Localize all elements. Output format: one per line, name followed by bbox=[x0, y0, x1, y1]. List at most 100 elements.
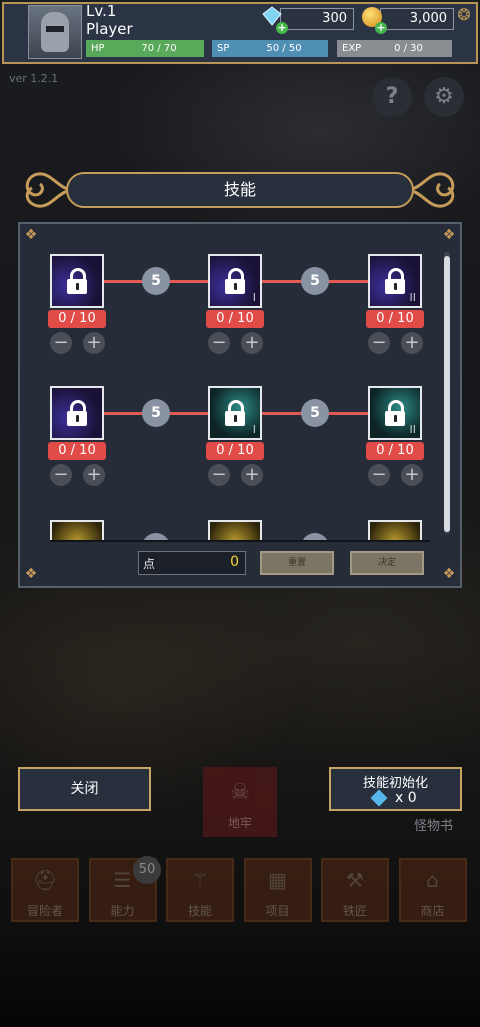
decrease-skill-button[interactable]: − bbox=[208, 464, 230, 486]
skill-slot[interactable] bbox=[50, 386, 104, 440]
tab-adventurer[interactable]: ⛑ 冒险者 bbox=[11, 858, 79, 922]
avatar[interactable] bbox=[28, 5, 82, 59]
skill-slot[interactable] bbox=[50, 254, 104, 308]
skill-cost-badge: 5 bbox=[142, 399, 170, 427]
lock-icon bbox=[385, 400, 405, 426]
decrease-skill-button[interactable]: − bbox=[368, 332, 390, 354]
skill-reset-label: 技能初始化 bbox=[362, 776, 428, 791]
tab-label: 技能 bbox=[187, 904, 212, 918]
ability-badge: 50 bbox=[133, 856, 161, 884]
points-value: 0 bbox=[230, 554, 239, 570]
confirm-button[interactable]: 决定 bbox=[350, 551, 424, 575]
exp-bar: EXP 0 / 30 bbox=[337, 40, 452, 57]
decrease-skill-button[interactable]: − bbox=[368, 464, 390, 486]
tab-items[interactable]: ▦ 项目 bbox=[243, 858, 312, 922]
skill-reset-button[interactable]: 技能初始化 x 0 bbox=[329, 767, 462, 811]
scrollbar-thumb[interactable] bbox=[444, 256, 450, 532]
sp-value: 50 / 50 bbox=[266, 43, 302, 54]
exp-value: 0 / 30 bbox=[394, 43, 423, 54]
skill-slot[interactable]: II bbox=[368, 254, 422, 308]
lock-icon bbox=[225, 268, 245, 294]
skill-icon: ⚚ bbox=[191, 868, 209, 892]
hp-bar: HP 70 / 70 bbox=[86, 40, 204, 57]
skill-tier: I bbox=[252, 291, 256, 304]
skill-slot[interactable]: I bbox=[208, 386, 262, 440]
skill-cost-badge: 5 bbox=[301, 399, 329, 427]
dungeon-label: 地牢 bbox=[227, 816, 252, 830]
close-button[interactable]: 关闭 bbox=[18, 767, 151, 811]
ornament-icon: ❂ bbox=[457, 5, 471, 24]
skill-slot[interactable] bbox=[368, 520, 422, 540]
lock-icon bbox=[385, 268, 405, 294]
version-label: ver 1.2.1 bbox=[9, 72, 59, 85]
increase-skill-button[interactable]: + bbox=[83, 332, 105, 354]
decrease-skill-button[interactable]: − bbox=[50, 332, 72, 354]
lock-icon bbox=[67, 268, 87, 294]
skill-level: 0 / 10 bbox=[206, 310, 264, 328]
gear-icon: ⚙ bbox=[434, 84, 454, 109]
tab-label: 铁匠 bbox=[342, 904, 367, 918]
skill-tier: II bbox=[409, 423, 417, 436]
gem-icon bbox=[370, 789, 388, 807]
points-label: 点 bbox=[143, 557, 156, 571]
tab-label: 商店 bbox=[420, 904, 445, 918]
skill-cost-badge bbox=[142, 533, 170, 540]
adventurer-icon: ⛑ bbox=[32, 868, 58, 892]
skill-reset-count: x 0 bbox=[395, 790, 417, 806]
dungeon-button[interactable]: ☠ 地牢 bbox=[203, 767, 277, 837]
anvil-icon: ⚒ bbox=[346, 868, 364, 892]
skill-level: 0 / 10 bbox=[48, 442, 106, 460]
tab-anvil[interactable]: ⚒ 铁匠 bbox=[321, 858, 389, 922]
add-gold-button[interactable]: + bbox=[375, 22, 387, 34]
horned-skull-icon: ☠ bbox=[230, 780, 250, 805]
increase-skill-button[interactable]: + bbox=[401, 332, 423, 354]
decrease-skill-button[interactable]: − bbox=[50, 464, 72, 486]
skill-level: 0 / 10 bbox=[366, 442, 424, 460]
skill-tier: II bbox=[409, 291, 417, 304]
increase-skill-button[interactable]: + bbox=[241, 332, 263, 354]
skill-level: 0 / 10 bbox=[48, 310, 106, 328]
tab-shop[interactable]: ⌂ 商店 bbox=[398, 858, 467, 922]
skill-level: 0 / 10 bbox=[366, 310, 424, 328]
decrease-skill-button[interactable]: − bbox=[208, 332, 230, 354]
increase-skill-button[interactable]: + bbox=[241, 464, 263, 486]
lock-icon bbox=[67, 400, 87, 426]
skill-slot[interactable]: I bbox=[208, 254, 262, 308]
skill-slot[interactable] bbox=[50, 520, 104, 540]
tab-label: 项目 bbox=[265, 904, 290, 918]
skill-slot[interactable]: II bbox=[368, 386, 422, 440]
helmet-icon bbox=[41, 12, 69, 52]
hp-value: 70 / 70 bbox=[141, 43, 177, 54]
skill-cost-badge: 5 bbox=[301, 267, 329, 295]
shop-icon: ⌂ bbox=[426, 868, 439, 892]
skill-tree[interactable]: 550 / 10− + I 0 / 10− + II 0 / 10− +5 5 0 / 10− + I… bbox=[24, 234, 444, 540]
increase-skill-button[interactable]: + bbox=[401, 464, 423, 486]
gold-balance: 3,000 bbox=[380, 8, 454, 30]
sp-bar: SP 50 / 50 bbox=[212, 40, 328, 57]
help-button[interactable]: ? bbox=[372, 77, 412, 117]
tab-label: 能力 bbox=[110, 904, 135, 918]
corner-ornament-icon: ❖ bbox=[442, 566, 456, 582]
increase-skill-button[interactable]: + bbox=[83, 464, 105, 486]
panel-title: 技能 bbox=[66, 172, 414, 208]
player-level: Lv.1 bbox=[86, 2, 117, 20]
gem-balance: 300 bbox=[280, 8, 354, 30]
tab-skill[interactable]: ⚚ 技能 bbox=[166, 858, 234, 922]
skill-tier: I bbox=[252, 423, 256, 436]
player-name: Player bbox=[86, 20, 133, 38]
skill-slot[interactable] bbox=[208, 520, 262, 540]
skill-level: 0 / 10 bbox=[206, 442, 264, 460]
divider bbox=[50, 540, 430, 542]
skill-cost-badge: 5 bbox=[142, 267, 170, 295]
items-icon: ▦ bbox=[268, 868, 287, 892]
skill-cost-badge bbox=[301, 533, 329, 540]
skill-points-box: 点 0 bbox=[138, 551, 246, 575]
corner-ornament-icon: ❖ bbox=[24, 566, 38, 582]
add-gems-button[interactable]: + bbox=[276, 22, 288, 34]
question-icon: ? bbox=[385, 84, 399, 109]
reset-button[interactable]: 重置 bbox=[260, 551, 334, 575]
lock-icon bbox=[225, 400, 245, 426]
tab-label: 冒险者 bbox=[26, 904, 63, 918]
settings-button[interactable]: ⚙ bbox=[424, 77, 464, 117]
monster-book-link[interactable]: 怪物书 bbox=[414, 815, 453, 834]
